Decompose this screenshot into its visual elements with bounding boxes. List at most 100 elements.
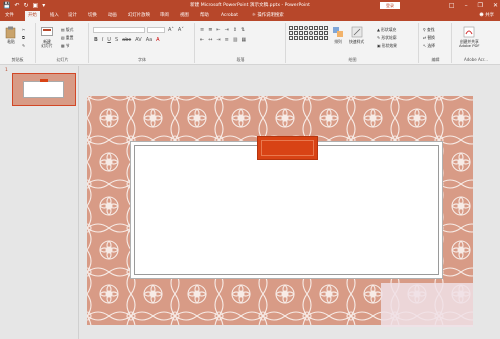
- paste-label: 粘贴: [7, 39, 15, 44]
- slide-number: 1: [5, 68, 8, 73]
- paragraph-group-label: 段落: [236, 57, 245, 62]
- drawing-group: 排列 快速样式 ▲ 形状填充 ✎ 形状轮廓 ▣ 形状效果 绘图: [287, 23, 419, 63]
- shadow-icon[interactable]: S: [115, 37, 118, 43]
- shape-effects-label: 形状效果: [381, 43, 397, 48]
- shapes-gallery[interactable]: [289, 26, 328, 40]
- change-case-icon[interactable]: Aa: [146, 37, 152, 43]
- decrease-indent-icon[interactable]: ⇤: [216, 27, 220, 33]
- arrange-icon: [331, 25, 345, 39]
- numbering-icon[interactable]: ≣: [208, 27, 212, 33]
- paste-icon: [4, 25, 18, 39]
- slide-thumbnail[interactable]: [12, 73, 76, 106]
- quick-styles-label: 快速样式: [349, 39, 365, 44]
- align-center-icon[interactable]: ↔: [208, 37, 212, 43]
- shape-effects-button[interactable]: ▣ 形状效果: [377, 43, 397, 49]
- italic-icon[interactable]: I: [102, 37, 103, 43]
- minimize-icon[interactable]: –: [465, 2, 468, 9]
- smartart-icon[interactable]: ▦: [242, 37, 247, 43]
- underline-icon[interactable]: U: [107, 37, 111, 43]
- tab-acrobat[interactable]: Acrobat: [221, 11, 238, 21]
- columns-icon[interactable]: ▥: [233, 37, 238, 43]
- title-inner-border: [261, 140, 314, 156]
- clipboard-group-label: 剪贴板: [11, 57, 24, 62]
- strikethrough-icon[interactable]: abc: [122, 37, 131, 43]
- tab-file[interactable]: 文件: [5, 11, 14, 21]
- paste-button[interactable]: 粘贴: [4, 25, 18, 44]
- select-button[interactable]: ↖ 选择: [423, 43, 435, 49]
- tab-home[interactable]: 开始: [25, 11, 40, 21]
- font-group: A˄ A˅ B I U S abc AV Aa A 字体: [90, 23, 195, 63]
- arrange-button[interactable]: 排列: [331, 25, 345, 44]
- window-title: 新建 Microsoft PowerPoint 演示文稿.pptx - Powe…: [190, 3, 310, 8]
- new-slide-button[interactable]: 新建 幻灯片: [40, 25, 54, 49]
- ribbon: 粘贴 ✂ ⧉ ✎ 剪贴板 新建 幻灯片 ▤ 版式 ▧ 重置 ▩ 节 幻灯片 A˄…: [0, 21, 500, 65]
- bullets-icon[interactable]: ≡: [200, 27, 204, 33]
- font-name-combo[interactable]: [93, 27, 145, 33]
- justify-icon[interactable]: ≡: [225, 37, 229, 43]
- font-color-icon[interactable]: A: [156, 37, 159, 43]
- find-button[interactable]: ⚲ 查找: [423, 27, 435, 33]
- shape-outline-button[interactable]: ✎ 形状轮廓: [377, 35, 397, 41]
- section-button[interactable]: ▩ 节: [61, 43, 70, 49]
- align-left-icon[interactable]: ⇤: [200, 37, 204, 43]
- tab-review[interactable]: 审阅: [160, 11, 169, 21]
- increase-indent-icon[interactable]: ⇥: [225, 27, 229, 33]
- text-direction-icon[interactable]: ⇅: [241, 27, 245, 33]
- adobe-group-label: Adobe Acr...: [464, 57, 488, 62]
- tab-help[interactable]: 帮助: [200, 11, 209, 21]
- cut-icon[interactable]: ✂: [22, 27, 25, 33]
- char-spacing-icon[interactable]: AV: [135, 37, 142, 43]
- slides-group: 新建 幻灯片 ▤ 版式 ▧ 重置 ▩ 节 幻灯片: [37, 23, 89, 63]
- tab-slideshow[interactable]: 幻灯片放映: [128, 11, 150, 21]
- bold-icon[interactable]: B: [94, 37, 98, 43]
- create-pdf-button[interactable]: 创建并共享 Adobe PDF: [459, 25, 480, 49]
- format-painter-icon[interactable]: ✎: [22, 43, 25, 49]
- align-row: ⇤ ↔ ⇥ ≡ ▥ ▦: [200, 37, 246, 43]
- tell-me-label: 操作说明搜索: [257, 13, 284, 18]
- close-icon[interactable]: ✕: [493, 2, 498, 9]
- slides-pane: 1: [0, 66, 79, 339]
- tab-view[interactable]: 视图: [180, 11, 189, 21]
- tab-insert[interactable]: 插入: [50, 11, 59, 21]
- reset-button[interactable]: ▧ 重置: [61, 35, 73, 41]
- select-label: 选择: [427, 43, 435, 48]
- quick-styles-button[interactable]: 快速样式: [349, 25, 364, 44]
- font-size-combo[interactable]: [147, 27, 165, 33]
- clipboard-group: 粘贴 ✂ ⧉ ✎ 剪贴板: [0, 23, 36, 63]
- editing-group: ⚲ 查找 ⇄ 替换 ↖ 选择 编辑: [420, 23, 452, 63]
- tab-transitions[interactable]: 切换: [88, 11, 97, 21]
- title-bar: 💾 ↶ ↻ ▣ ▾ 新建 Microsoft PowerPoint 演示文稿.p…: [0, 0, 500, 11]
- slide-title-placeholder[interactable]: [257, 136, 318, 160]
- signin-button[interactable]: 登录: [380, 2, 400, 9]
- thumbnail-title-tab: [40, 79, 48, 82]
- tab-animations[interactable]: 动画: [108, 11, 117, 21]
- replace-button[interactable]: ⇄ 替换: [423, 35, 435, 41]
- reset-label: 重置: [65, 35, 74, 40]
- ribbon-display-icon[interactable]: □: [449, 2, 455, 9]
- tab-tell-me[interactable]: ☼ 操作说明搜索: [252, 11, 284, 21]
- shape-outline-label: 形状轮廓: [381, 35, 397, 40]
- decrease-font-icon[interactable]: A˅: [178, 27, 184, 33]
- thumbnail-content-box: [23, 81, 64, 98]
- window-controls: □ – ❐ ✕: [449, 0, 498, 11]
- font-format-row: B I U S abc AV Aa A: [94, 37, 160, 43]
- increase-font-icon[interactable]: A˄: [168, 27, 174, 33]
- new-slide-label: 新建 幻灯片: [41, 39, 53, 49]
- share-button[interactable]: ☻ 共享: [479, 11, 494, 21]
- line-spacing-icon[interactable]: ⇕: [233, 27, 237, 33]
- share-label: 共享: [485, 13, 494, 18]
- layout-button[interactable]: ▤ 版式: [61, 27, 73, 33]
- tab-design[interactable]: 设计: [68, 11, 77, 21]
- adobe-pdf-icon: [462, 25, 476, 39]
- layout-label: 版式: [65, 27, 74, 32]
- copy-icon[interactable]: ⧉: [22, 35, 25, 41]
- create-pdf-label: 创建并共享 Adobe PDF: [459, 39, 480, 49]
- adobe-group: 创建并共享 Adobe PDF Adobe Acr...: [453, 23, 499, 63]
- section-label: 节: [65, 43, 70, 48]
- font-size-buttons: A˄ A˅: [168, 27, 184, 33]
- restore-icon[interactable]: ❐: [478, 2, 483, 9]
- align-right-icon[interactable]: ⇥: [216, 37, 220, 43]
- shape-fill-button[interactable]: ▲ 形状填充: [377, 27, 396, 33]
- slide-content-placeholder[interactable]: [130, 141, 443, 279]
- watermark-overlay: [381, 283, 473, 327]
